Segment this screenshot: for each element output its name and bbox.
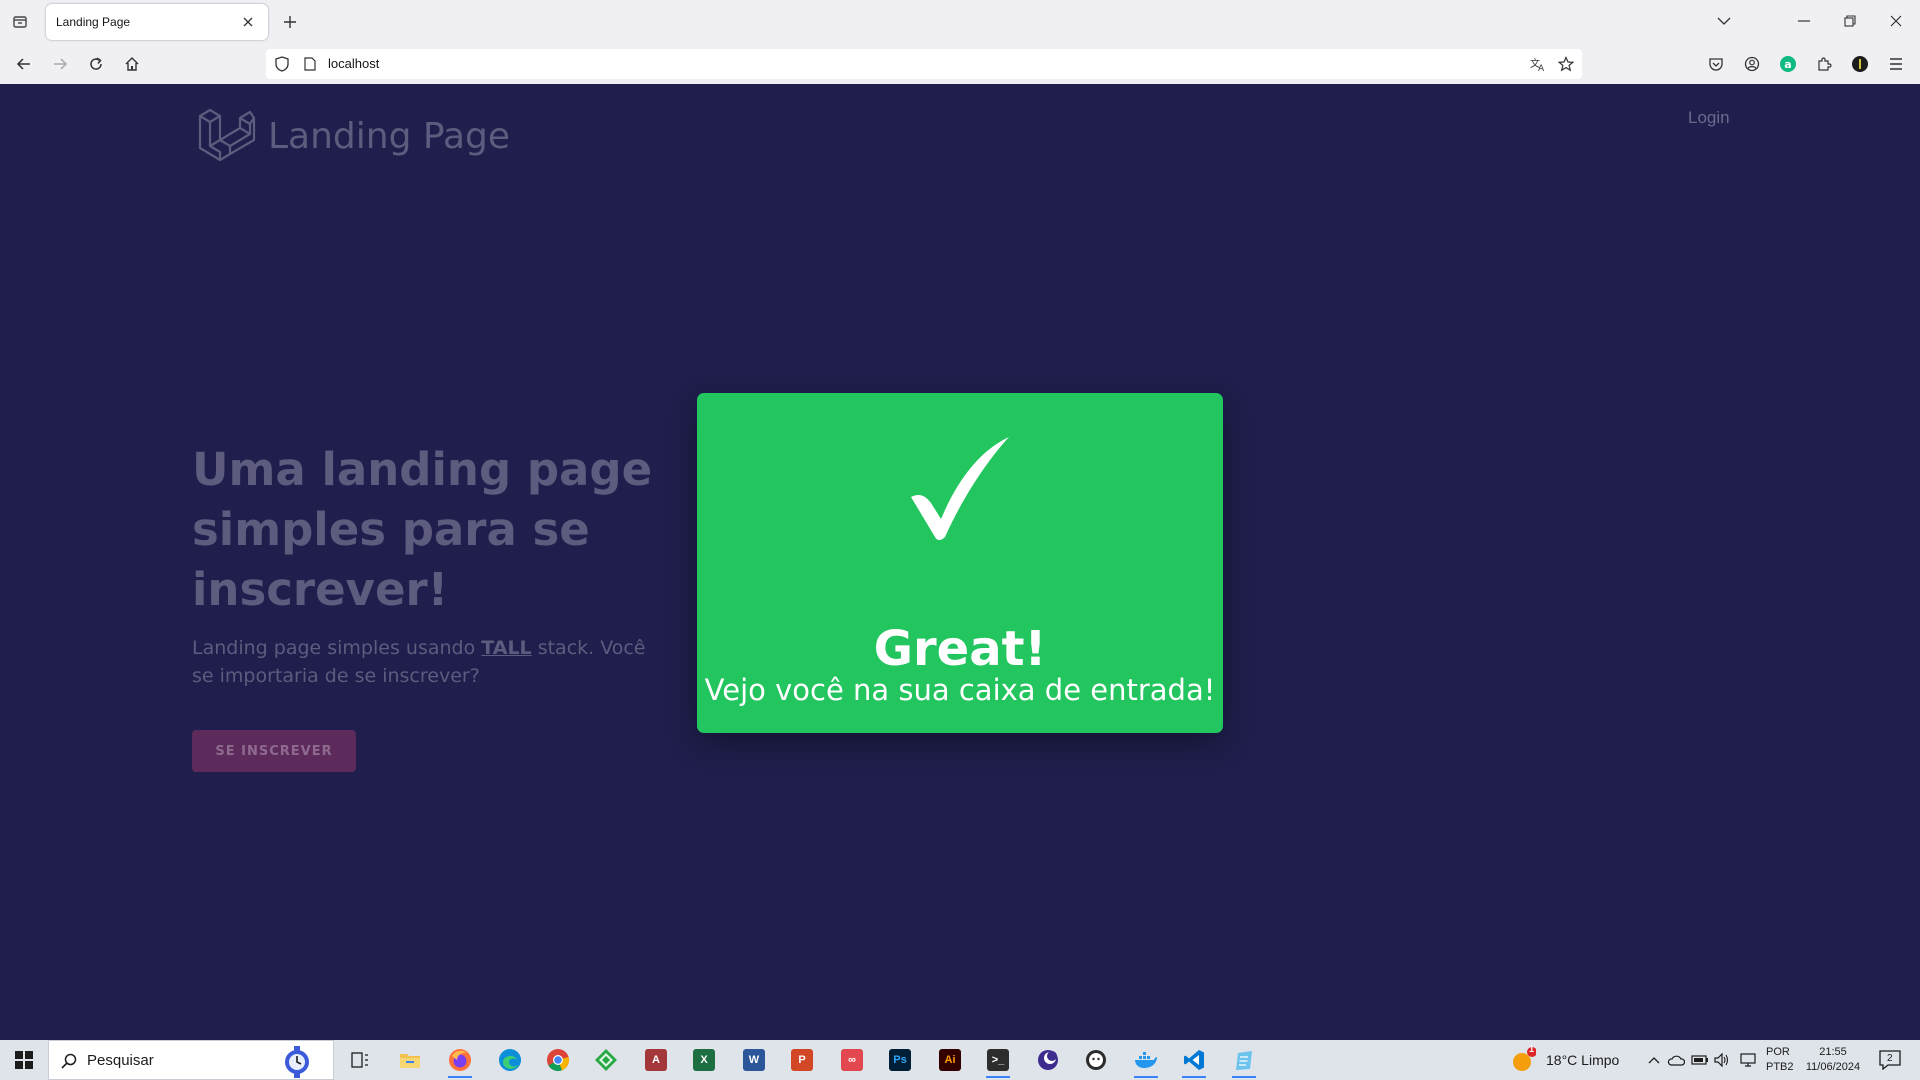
vscode-icon[interactable] xyxy=(1174,1044,1214,1078)
minimize-icon[interactable] xyxy=(1786,6,1822,36)
windows-taskbar: Pesquisar A X W P ∞ Ps Ai >_ 1 18°C Limp… xyxy=(0,1040,1920,1080)
laravel-logo-icon xyxy=(198,108,256,162)
search-placeholder: Pesquisar xyxy=(87,1051,154,1069)
close-tab-icon[interactable] xyxy=(238,12,258,32)
start-windows-icon[interactable] xyxy=(0,1040,48,1080)
network-icon[interactable] xyxy=(1738,1050,1758,1070)
word-icon[interactable]: W xyxy=(734,1044,774,1076)
tab-bar: Landing Page xyxy=(0,0,1920,44)
browser-chrome: Landing Page localhost 文 A a xyxy=(0,0,1920,84)
clock[interactable]: 21:55 11/06/2024 xyxy=(1802,1045,1864,1075)
notification-count: 2 xyxy=(1887,1053,1893,1064)
tall-stack-link[interactable]: TALL xyxy=(481,637,531,659)
svg-text:A: A xyxy=(1538,64,1545,72)
hero-headline: Uma landing page simples para se inscrev… xyxy=(192,443,653,616)
pocket-icon[interactable] xyxy=(1702,50,1730,78)
chrome-icon[interactable] xyxy=(538,1044,578,1076)
login-link[interactable]: Login xyxy=(1688,108,1730,128)
onedrive-cloud-icon[interactable] xyxy=(1666,1050,1686,1070)
extension-dark-icon[interactable] xyxy=(1846,50,1874,78)
account-icon[interactable] xyxy=(1738,50,1766,78)
terminal-icon[interactable]: >_ xyxy=(978,1044,1018,1078)
creative-cloud-icon[interactable]: ∞ xyxy=(832,1044,872,1076)
tab-list-icon[interactable] xyxy=(6,8,34,36)
url-text: localhost xyxy=(328,56,380,71)
firefox-icon[interactable] xyxy=(440,1044,480,1078)
tray-chevron-up-icon[interactable] xyxy=(1644,1050,1664,1070)
search-icon xyxy=(61,1053,77,1069)
battery-icon[interactable] xyxy=(1690,1050,1710,1070)
extension-a-icon[interactable]: a xyxy=(1774,50,1802,78)
home-icon[interactable] xyxy=(118,50,146,78)
input-language[interactable]: POR PTB2 xyxy=(1766,1045,1794,1075)
tab-title: Landing Page xyxy=(56,15,131,29)
edge-icon[interactable] xyxy=(490,1044,530,1076)
page-icon xyxy=(300,54,320,74)
lang-code: POR xyxy=(1766,1046,1790,1058)
reload-icon[interactable] xyxy=(82,50,110,78)
file-explorer-icon[interactable] xyxy=(390,1044,430,1076)
photoshop-icon[interactable]: Ps xyxy=(880,1044,920,1076)
menu-icon[interactable] xyxy=(1882,50,1910,78)
shield-icon[interactable] xyxy=(272,54,292,74)
volume-icon[interactable] xyxy=(1712,1050,1732,1070)
weather-badge: 1 xyxy=(1529,1044,1535,1054)
subscribe-button[interactable]: SE INSCREVER xyxy=(192,730,356,772)
tab-landing-page[interactable]: Landing Page xyxy=(46,4,268,40)
weather-text: 18°C Limpo xyxy=(1546,1052,1620,1068)
hero-subtext: Landing page simples usando TALL stack. … xyxy=(192,634,652,690)
back-icon[interactable] xyxy=(10,50,38,78)
new-tab-icon[interactable] xyxy=(276,8,304,36)
app-moon-icon[interactable] xyxy=(1028,1044,1068,1076)
bookmark-star-icon[interactable] xyxy=(1556,54,1576,74)
brand-name: Landing Page xyxy=(268,115,511,157)
checkmark-icon xyxy=(911,437,1009,540)
clock-date: 11/06/2024 xyxy=(1805,1061,1861,1073)
subtext-part-1: Landing page simples usando xyxy=(192,637,482,659)
extensions-puzzle-icon[interactable] xyxy=(1810,50,1838,78)
modal-message: Vejo você na sua caixa de entrada! xyxy=(704,673,1216,707)
search-highlight-icon xyxy=(285,1046,309,1078)
landing-page: Landing Page Login Uma landing page simp… xyxy=(0,84,1920,1040)
modal-title: Great! xyxy=(873,621,1047,677)
brand[interactable]: Landing Page xyxy=(196,106,510,166)
close-window-icon[interactable] xyxy=(1878,6,1914,36)
translate-icon[interactable]: 文A xyxy=(1528,54,1548,74)
notepad-icon[interactable] xyxy=(1224,1044,1264,1078)
illustrator-icon[interactable]: Ai xyxy=(930,1044,970,1076)
docker-icon[interactable] xyxy=(1126,1044,1166,1078)
notifications-icon[interactable]: 2 xyxy=(1878,1048,1902,1072)
lang-layout: PTB2 xyxy=(1766,1061,1794,1073)
powerpoint-icon[interactable]: P xyxy=(782,1044,822,1076)
access-icon[interactable]: A xyxy=(636,1044,676,1076)
github-desktop-icon[interactable] xyxy=(1076,1044,1116,1076)
taskbar-search-input[interactable]: Pesquisar xyxy=(48,1040,334,1080)
list-all-tabs-icon[interactable] xyxy=(1706,6,1742,36)
success-modal: Great! Vejo você na sua caixa de entrada… xyxy=(697,393,1223,733)
clock-time: 21:55 xyxy=(1819,1046,1847,1058)
url-bar[interactable]: localhost 文A xyxy=(266,49,1582,79)
restore-icon[interactable] xyxy=(1832,6,1868,36)
app-diamond-icon[interactable] xyxy=(586,1044,626,1076)
navigation-bar: localhost 文A a xyxy=(0,44,1920,84)
excel-icon[interactable]: X xyxy=(684,1044,724,1076)
svg-text:a: a xyxy=(1784,58,1791,71)
weather-widget[interactable]: 1 18°C Limpo xyxy=(1510,1040,1619,1080)
forward-icon[interactable] xyxy=(46,50,74,78)
task-view-icon[interactable] xyxy=(340,1044,380,1076)
